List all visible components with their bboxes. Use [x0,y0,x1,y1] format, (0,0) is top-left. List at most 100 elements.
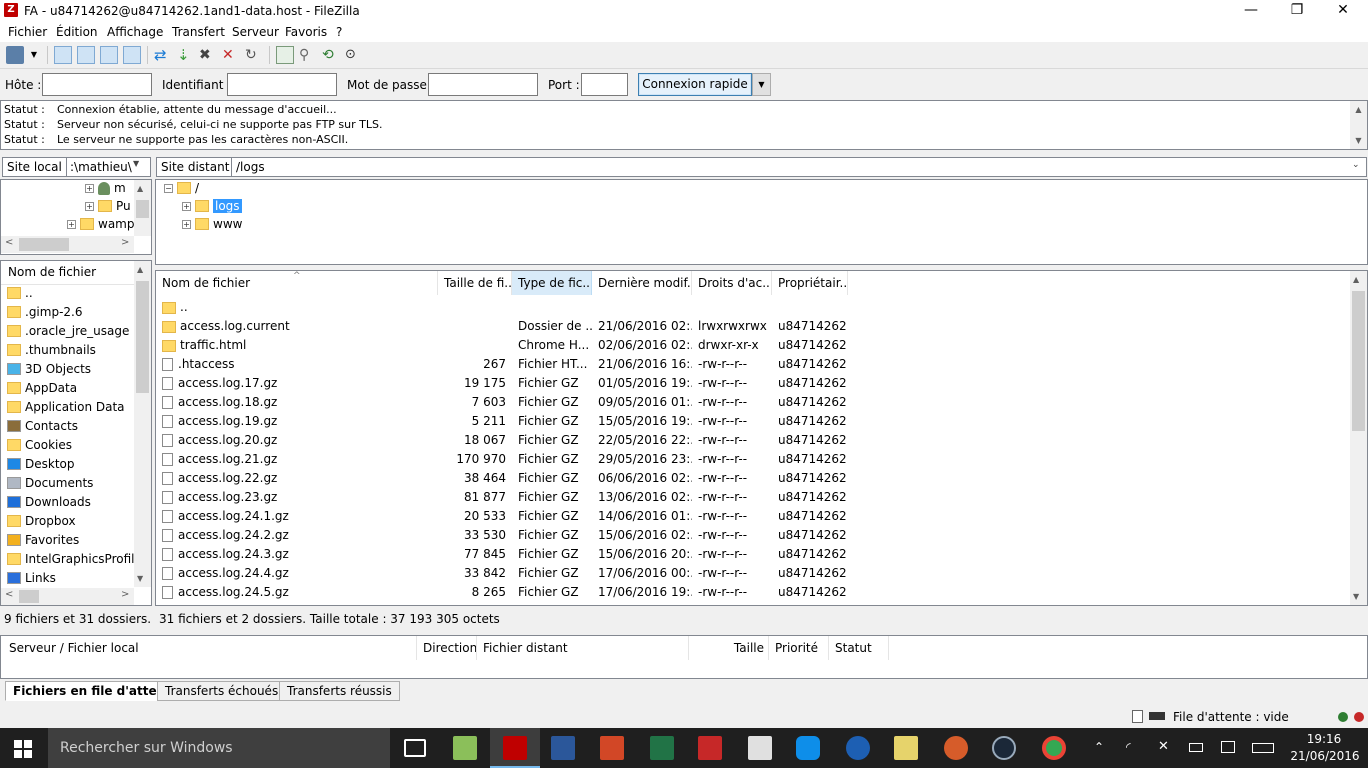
steam-app-icon[interactable] [992,736,1016,760]
menu-affichage[interactable]: Affichage [107,25,163,39]
queue-header-status[interactable]: Statut [829,636,889,660]
local-file-row[interactable]: AppData [7,381,77,400]
local-file-row[interactable]: 3D Objects [7,362,91,381]
site-manager-icon[interactable] [6,46,24,64]
menu-edition[interactable]: Édition [56,25,98,39]
local-header-filename[interactable]: Nom de fichier [1,261,134,285]
clock-time[interactable]: 19:16 [1304,732,1344,746]
local-list-hscroll[interactable]: < > [1,588,134,605]
remote-header-size[interactable]: Taille de fi... [438,271,512,295]
remote-file-row[interactable]: access.log.current Dossier de ... 21/06/20… [156,317,1346,336]
toggle-queue-icon[interactable] [123,46,141,64]
scroll-thumb[interactable] [136,281,149,393]
windows-search-box[interactable]: Rechercher sur Windows [48,728,390,768]
local-file-row[interactable]: Desktop [7,457,75,476]
maximize-button[interactable]: ❐ [1274,0,1320,22]
minimize-button[interactable]: — [1228,0,1274,22]
remote-file-row[interactable]: access.log.22.gz 38 464 Fichier GZ 06/06/20… [156,469,1346,488]
remote-file-row[interactable]: access.log.21.gz 170 970 Fichier GZ 29/05/2… [156,450,1346,469]
user-input[interactable] [227,73,337,96]
clock-date[interactable]: 21/06/2016 [1290,749,1360,763]
remote-header-date[interactable]: Dernière modif... [592,271,692,295]
word-app-icon[interactable] [551,736,575,760]
remote-tree-item-root[interactable]: − / [164,181,199,195]
tab-failed-transfers[interactable]: Transferts échoués [157,681,287,701]
local-file-row[interactable]: .oracle_jre_usage [7,324,129,343]
local-file-row[interactable]: IntelGraphicsProfiles [7,552,148,571]
site-manager-dropdown-icon[interactable]: ▼ [28,46,40,64]
local-tree-item[interactable]: + wamp [67,217,134,231]
remote-file-row[interactable]: traffic.html Chrome H... 02/06/2016 02:...… [156,336,1346,355]
menu-transfert[interactable]: Transfert [172,25,225,39]
remote-file-row[interactable]: access.log.20.gz 18 067 Fichier GZ 22/05/20… [156,431,1346,450]
menu-fichier[interactable]: Fichier [8,25,47,39]
menu-help[interactable]: ? [336,25,342,39]
action-center-icon[interactable] [1221,741,1235,753]
malwarebytes-app-icon[interactable] [846,736,870,760]
scroll-up-icon[interactable]: ▲ [137,184,143,193]
remote-file-row[interactable]: access.log.24.1.gz 20 533 Fichier GZ 14/06/… [156,507,1346,526]
quickconnect-dropdown-icon[interactable]: ▼ [752,73,771,96]
scroll-up-icon[interactable]: ▲ [1353,275,1359,284]
scroll-up-icon[interactable]: ▲ [137,265,143,274]
disconnect-icon[interactable]: ✕ [222,46,240,64]
excel-app-icon[interactable] [650,736,674,760]
remote-file-row[interactable]: .. [156,298,1346,317]
directory-listing-filter-icon[interactable] [276,46,294,64]
local-file-row[interactable]: .. [7,286,33,305]
password-input[interactable] [428,73,538,96]
keyboard-icon[interactable] [1252,743,1274,753]
local-tree-item[interactable]: + m [85,181,126,195]
local-list-vscroll[interactable]: ▲ ▼ [134,261,151,587]
remote-file-row[interactable]: access.log.19.gz 5 211 Fichier GZ 15/05/201… [156,412,1346,431]
remote-file-row[interactable]: access.log.24.3.gz 77 845 Fichier GZ 15/06/… [156,545,1346,564]
local-file-row[interactable]: Application Data [7,400,125,419]
scroll-thumb[interactable] [19,238,69,251]
synchronized-browsing-icon[interactable]: ⟲ [322,46,340,64]
remote-file-row[interactable]: .htaccess 267 Fichier HT... 21/06/2016 16:.… [156,355,1346,374]
windows-start-icon[interactable] [14,740,32,758]
scroll-left-icon[interactable]: < [5,589,13,600]
local-tree-item[interactable]: + Pu [85,199,131,213]
remote-tree-item-logs[interactable]: + logs [182,199,242,213]
remote-file-row[interactable]: access.log.17.gz 19 175 Fichier GZ 01/05/20… [156,374,1346,393]
cancel-operation-icon[interactable]: ✖ [199,46,217,64]
remote-file-row[interactable]: access.log.18.gz 7 603 Fichier GZ 09/05/201… [156,393,1346,412]
local-file-row[interactable]: .thumbnails [7,343,96,362]
tray-chevron-icon[interactable]: ⌃ [1094,740,1104,754]
scroll-down-icon[interactable]: ▼ [1353,592,1359,601]
quickconnect-button[interactable]: Connexion rapide [638,73,752,96]
task-view-icon[interactable] [404,739,426,757]
teamviewer-app-icon[interactable] [796,736,820,760]
filezilla-taskbar-button[interactable] [490,728,540,768]
local-tree-vscroll[interactable]: ▲ [134,180,151,236]
acrobat-app-icon[interactable] [698,736,722,760]
battery-icon[interactable] [1189,743,1203,752]
queue-header-direction[interactable]: Direction [417,636,477,660]
local-file-row[interactable]: .gimp-2.6 [7,305,83,324]
toggle-log-icon[interactable] [54,46,72,64]
toggle-remote-tree-icon[interactable] [100,46,118,64]
local-tree-hscroll[interactable]: < > [1,236,134,253]
network-wifi-icon[interactable]: ◜ [1126,740,1131,754]
chrome-app-icon[interactable] [1042,736,1066,760]
remote-path-input[interactable]: /logs [231,157,1367,177]
calculator-app-icon[interactable] [748,736,772,760]
remote-header-permissions[interactable]: Droits d'ac... [692,271,772,295]
local-file-row[interactable]: Dropbox [7,514,76,533]
directory-comparison-icon[interactable]: ⚲ [299,46,317,64]
remote-header-owner[interactable]: Propriétair... [772,271,848,295]
local-file-row[interactable]: Favorites [7,533,79,552]
scroll-right-icon[interactable]: > [121,237,129,248]
ccleaner-app-icon[interactable] [944,736,968,760]
local-file-row[interactable]: Downloads [7,495,91,514]
local-file-row[interactable]: Documents [7,476,93,495]
queue-header-local[interactable]: Serveur / Fichier local [3,636,417,660]
log-scrollbar[interactable]: ▲ ▼ [1350,101,1367,149]
remote-path-dropdown-icon[interactable]: ⌄ [1352,160,1360,170]
remote-header-type[interactable]: Type de fic... [512,271,592,295]
explorer-app-icon[interactable] [894,736,918,760]
scroll-down-icon[interactable]: ▼ [137,574,143,583]
remote-file-row[interactable]: access.log.24.4.gz 33 842 Fichier GZ 17/06/… [156,564,1346,583]
scroll-right-icon[interactable]: > [121,589,129,600]
